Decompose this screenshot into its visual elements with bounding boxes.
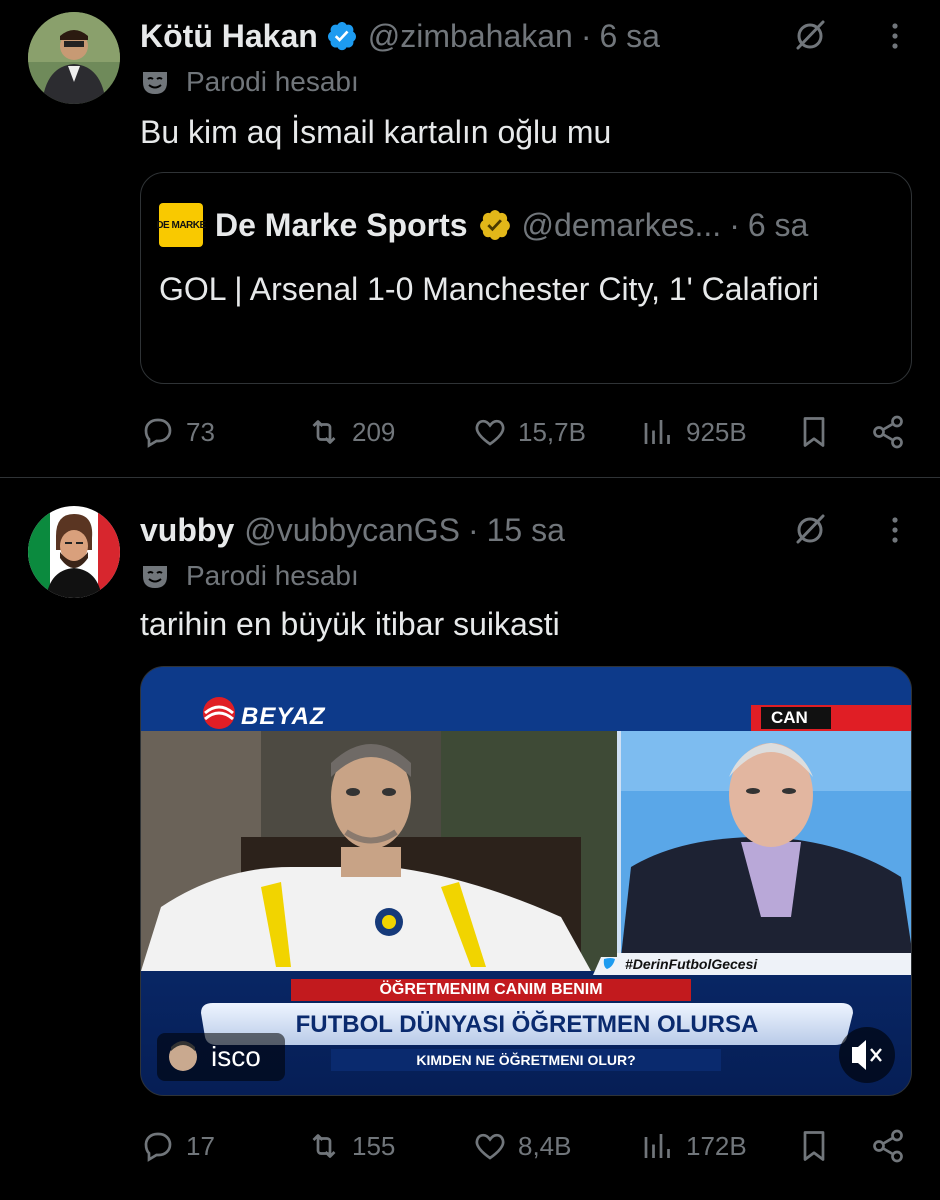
more-options-icon[interactable] (880, 510, 910, 550)
handle[interactable]: @zimbahakan (368, 18, 573, 55)
bookmark-icon (803, 417, 825, 447)
reply-icon (144, 1132, 172, 1162)
share-button[interactable] (870, 410, 906, 454)
grok-icon[interactable] (790, 510, 830, 550)
like-count: 15,7B (518, 416, 586, 447)
like-button[interactable]: 8,4B (472, 1124, 572, 1168)
share-icon (873, 415, 903, 449)
views-count: 925B (686, 416, 747, 447)
banner-top: ÖĞRETMENIM CANIM BENIM (379, 981, 603, 998)
quoted-handle[interactable]: @demarkes... (522, 207, 722, 244)
tweet-actions: 73 209 15,7B 925B (140, 410, 910, 454)
tweet-header: Kötü Hakan @zimbahakan · 6 sa (140, 16, 910, 56)
separator-dot: · (729, 206, 740, 243)
heart-icon (475, 419, 505, 446)
banner-main: FUTBOL DÜNYASI ÖĞRETMEN OLURSA (295, 1011, 759, 1038)
share-button[interactable] (870, 1124, 906, 1168)
grok-icon[interactable] (790, 16, 830, 56)
reply-icon (144, 418, 172, 448)
repost-button[interactable]: 155 (306, 1124, 395, 1168)
hashtag-caption: #DerinFutbolGecesi (625, 956, 758, 972)
quoted-display-name[interactable]: De Marke Sports (215, 207, 468, 244)
verified-gold-badge-icon (479, 210, 510, 241)
tweet-actions: 17 155 8,4B 172B (140, 1124, 910, 1168)
quoted-tweet[interactable]: DE MARKE De Marke Sports @demarkes... · … (140, 172, 912, 384)
like-count: 8,4B (518, 1130, 572, 1161)
tweet[interactable]: Kötü Hakan @zimbahakan · 6 sa Parodi hes… (0, 0, 940, 478)
repost-button[interactable]: 209 (306, 410, 395, 454)
video-media[interactable]: BEYAZ CAN #DerinFutbolGecesi ÖĞRETMENIM … (140, 666, 912, 1096)
reply-count: 73 (186, 416, 215, 447)
views-button[interactable]: 925B (640, 410, 747, 454)
parody-text: Parodi hesabı (186, 66, 359, 97)
views-icon (644, 1134, 670, 1158)
quoted-timestamp[interactable]: 6 sa (748, 207, 808, 244)
quoted-tweet-text: GOL | Arsenal 1-0 Manchester City, 1' Ca… (159, 271, 820, 307)
timestamp[interactable]: 15 sa (487, 512, 565, 549)
parody-mask-icon (143, 566, 167, 588)
banner-sub: KIMDEN NE ÖĞRETMENI OLUR? (416, 1052, 636, 1068)
uploader-name[interactable]: isco (211, 1041, 261, 1073)
verified-badge-icon (327, 22, 356, 51)
parody-label: Parodi hesabı (140, 560, 359, 592)
repost-icon (312, 420, 336, 444)
quoted-logo-text: DE MARKE (156, 219, 206, 231)
like-button[interactable]: 15,7B (472, 410, 586, 454)
heart-icon (475, 1133, 505, 1160)
timestamp[interactable]: 6 sa (599, 18, 659, 55)
parody-text: Parodi hesabı (186, 560, 359, 591)
reply-button[interactable]: 17 (140, 1124, 215, 1168)
reply-count: 17 (186, 1130, 215, 1161)
views-button[interactable]: 172B (640, 1124, 747, 1168)
parody-label: Parodi hesabı (140, 66, 359, 98)
mute-button[interactable] (839, 1027, 895, 1083)
repost-count: 209 (352, 416, 396, 447)
display-name[interactable]: Kötü Hakan (140, 18, 318, 55)
handle[interactable]: @vubbycanGS (244, 512, 460, 549)
repost-count: 155 (352, 1130, 396, 1161)
bookmark-button[interactable] (796, 1124, 832, 1168)
reply-button[interactable]: 73 (140, 410, 215, 454)
views-count: 172B (686, 1130, 747, 1161)
live-tag: CAN (771, 708, 808, 727)
share-icon (873, 1129, 903, 1163)
separator-dot: · (467, 511, 479, 548)
repost-icon (312, 1134, 336, 1158)
quoted-avatar[interactable]: DE MARKE (156, 203, 206, 247)
channel-logo: BEYAZ (241, 703, 326, 730)
tweet-text: tarihin en büyük itibar suikasti (140, 606, 560, 642)
avatar[interactable] (28, 506, 120, 598)
views-icon (644, 420, 670, 444)
display-name[interactable]: vubby (140, 512, 234, 549)
avatar[interactable] (28, 12, 120, 104)
quoted-tweet-header: DE MARKE De Marke Sports @demarkes... · … (156, 203, 893, 247)
more-options-icon[interactable] (880, 16, 910, 56)
parody-mask-icon (143, 72, 167, 94)
bookmark-button[interactable] (796, 410, 832, 454)
tweet[interactable]: vubby @vubbycanGS · 15 sa Parodi hesabı … (0, 478, 940, 1200)
tweet-header: vubby @vubbycanGS · 15 sa (140, 510, 910, 550)
bookmark-icon (803, 1131, 825, 1161)
tweet-text: Bu kim aq İsmail kartalın oğlu mu (140, 114, 612, 150)
separator-dot: · (580, 17, 592, 54)
